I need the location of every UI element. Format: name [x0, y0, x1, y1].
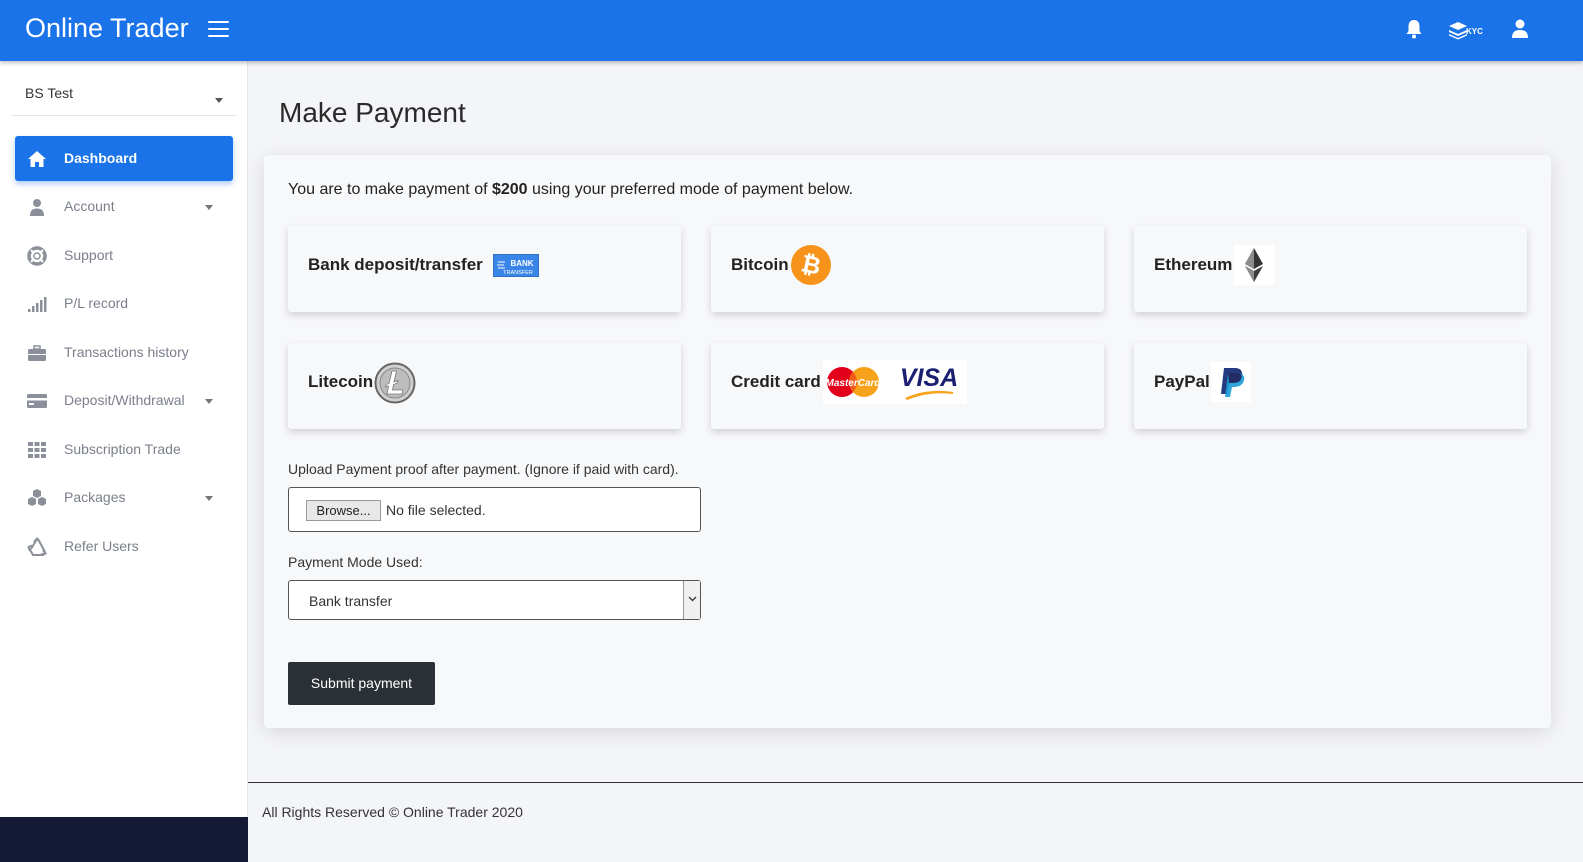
home-icon: [28, 151, 46, 167]
payment-method-label: PayPal: [1154, 372, 1210, 391]
payment-intro: You are to make payment of $200 using yo…: [288, 181, 854, 198]
sidebar-item-deposit-withdrawal[interactable]: Deposit/Withdrawal: [15, 378, 233, 423]
menu-toggle-icon[interactable]: [208, 20, 230, 38]
payment-method-bitcoin[interactable]: Bitcoin ₿: [711, 226, 1104, 312]
user-dropdown[interactable]: BS Test: [11, 76, 237, 116]
sidebar-footer-bar: [0, 817, 248, 862]
sidebar-item-dashboard[interactable]: Dashboard: [15, 136, 233, 181]
payment-method-credit-card[interactable]: Credit card MasterCard VISA: [711, 343, 1104, 429]
user-icon: [30, 199, 44, 216]
sidebar-item-refer-users[interactable]: Refer Users: [15, 524, 233, 569]
submit-payment-button[interactable]: Submit payment: [288, 662, 435, 705]
brand-title[interactable]: Online Trader: [25, 13, 189, 44]
svg-text:TRANSFER: TRANSFER: [503, 270, 533, 276]
svg-text:BANK: BANK: [510, 259, 533, 268]
notification-bell-icon[interactable]: [1405, 18, 1423, 42]
sidebar-item-label: Packages: [64, 489, 126, 505]
payment-mode-select[interactable]: Bank transfer: [288, 580, 701, 620]
top-navbar: Online Trader KYC: [0, 0, 1583, 61]
chevron-down-icon: [205, 399, 213, 404]
sidebar-item-label: Refer Users: [64, 538, 139, 554]
ethereum-logo: [1234, 245, 1274, 285]
payment-method-label: Litecoin: [308, 372, 374, 391]
sidebar-item-label: Account: [64, 198, 115, 214]
cubes-icon: [28, 489, 46, 506]
sidebar-item-packages[interactable]: Packages: [15, 475, 233, 520]
chevron-down-icon: [205, 496, 213, 501]
sidebar-item-label: Dashboard: [64, 150, 138, 166]
payment-amount: $200: [491, 181, 528, 198]
briefcase-icon: [28, 345, 46, 361]
sidebar-item-label: Support: [64, 247, 114, 263]
svg-text:VISA: VISA: [900, 364, 958, 392]
kyc-layers-icon[interactable]: KYC: [1448, 18, 1488, 42]
user-name: BS Test: [25, 85, 73, 101]
sidebar-item-transactions-history[interactable]: Transactions history: [15, 330, 233, 375]
payment-method-paypal[interactable]: PayPal: [1134, 343, 1527, 429]
payment-proof-file-input[interactable]: Browse... No file selected.: [288, 487, 701, 532]
credit-card-icon: [27, 394, 47, 408]
grid-icon: [28, 442, 46, 458]
browse-button[interactable]: Browse...: [306, 500, 381, 521]
payment-mode-label: Payment Mode Used:: [288, 554, 423, 570]
sidebar-item-support[interactable]: Support: [15, 233, 233, 278]
signal-bars-icon: [28, 297, 47, 312]
sidebar-item-pl-record[interactable]: P/L record: [15, 281, 233, 326]
svg-text:MasterCard: MasterCard: [825, 378, 881, 389]
file-status-text: No file selected.: [386, 502, 486, 518]
page-title: Make Payment: [279, 97, 466, 128]
sidebar-item-label: Subscription Trade: [64, 441, 181, 457]
select-dropdown-arrow[interactable]: [683, 581, 700, 619]
chevron-down-icon: [205, 205, 213, 210]
payment-method-litecoin[interactable]: Litecoin: [288, 343, 681, 429]
sidebar-item-label: P/L record: [64, 295, 129, 311]
chevron-down-icon: [688, 596, 697, 602]
lifebuoy-icon: [27, 246, 47, 266]
payment-method-label: Bank deposit/transfer: [308, 255, 483, 274]
upload-proof-label: Upload Payment proof after payment. (Ign…: [288, 461, 679, 477]
mastercard-visa-logo: MasterCard VISA: [823, 360, 967, 404]
user-profile-icon[interactable]: [1511, 18, 1529, 42]
footer-copyright: All Rights Reserved © Online Trader 2020: [262, 804, 523, 820]
bitcoin-logo: ₿: [791, 245, 831, 285]
recycle-icon: [27, 537, 47, 556]
payment-method-label: Credit card: [731, 372, 821, 391]
payment-card: You are to make payment of $200 using yo…: [264, 155, 1551, 728]
payment-mode-value: Bank transfer: [309, 593, 393, 609]
sidebar: BS Test Dashboard Account Support P/L re…: [0, 61, 248, 862]
litecoin-logo: [374, 362, 416, 404]
sidebar-item-account[interactable]: Account: [15, 184, 233, 229]
paypal-logo: [1211, 362, 1251, 402]
sidebar-item-label: Deposit/Withdrawal: [64, 392, 185, 408]
payment-method-label: Ethereum: [1154, 255, 1233, 274]
sidebar-item-subscription-trade[interactable]: Subscription Trade: [15, 427, 233, 472]
payment-method-label: Bitcoin: [731, 255, 789, 274]
payment-method-ethereum[interactable]: Ethereum: [1134, 226, 1527, 312]
footer-divider: [248, 782, 1583, 783]
payment-method-bank-transfer[interactable]: Bank deposit/transfer BANK TRANSFER: [288, 226, 681, 312]
kyc-label: KYC: [1466, 27, 1483, 36]
bank-transfer-logo: BANK TRANSFER: [493, 254, 539, 277]
sidebar-item-label: Transactions history: [64, 344, 189, 360]
chevron-down-icon: [215, 98, 223, 103]
